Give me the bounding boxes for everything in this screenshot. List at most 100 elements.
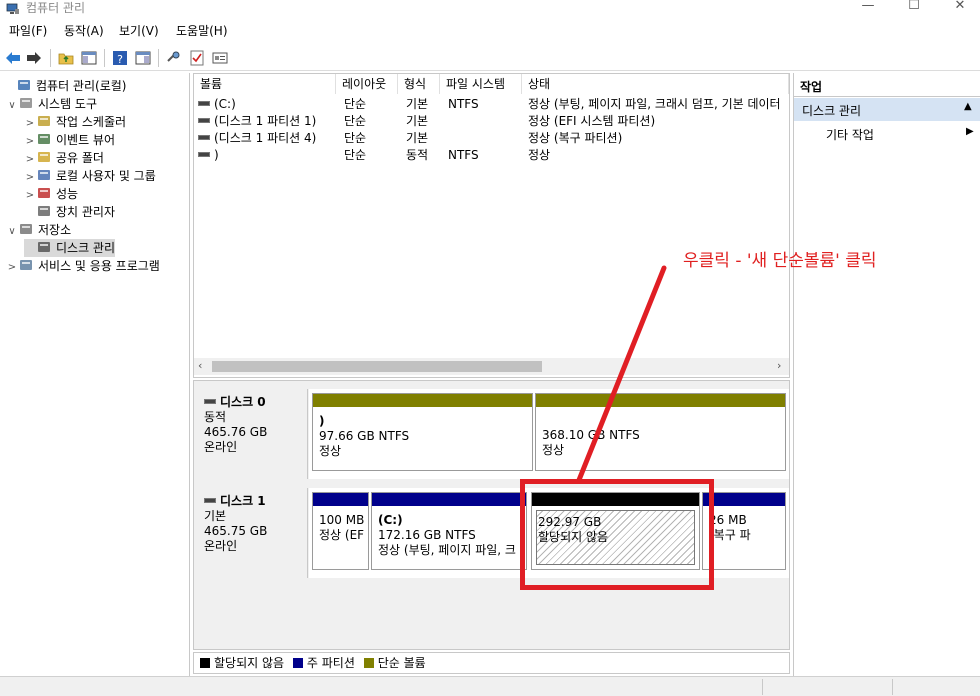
legend-swatch-primary (292, 658, 303, 668)
tree-item-label: 저장소 (38, 223, 72, 237)
actions-section-disk-management[interactable]: 디스크 관리 ▲ (794, 98, 980, 121)
tree-item-label: 로컬 사용자 및 그룹 (56, 169, 156, 183)
volume-type-cell: 동적 (406, 148, 429, 162)
volume-name-cell: (디스크 1 파티션 1) (198, 113, 334, 130)
partition-text: ) 97.66 GB NTFS 정상 (319, 414, 409, 459)
menu-file[interactable]: 파일(F) (9, 23, 47, 39)
tree-item-label: 장치 관리자 (56, 205, 116, 219)
tree-item-label: 공유 폴더 (56, 151, 104, 165)
back-arrow-icon[interactable] (4, 49, 22, 67)
actions-item-more-actions[interactable]: 기타 작업 ▶ (794, 123, 980, 143)
shared-folder-icon (36, 150, 52, 164)
status-bar (0, 676, 980, 696)
close-button[interactable]: ✕ (940, 0, 980, 16)
menu-help[interactable]: 도움말(H) (176, 23, 228, 39)
tree-item-label: 디스크 관리 (56, 241, 116, 255)
volume-status-cell: 정상 (EFI 시스템 파티션) (528, 114, 656, 128)
checklist-icon[interactable] (188, 49, 206, 67)
services-icon (18, 258, 34, 272)
tree-item-disk-management[interactable]: 디스크 관리 (24, 239, 116, 257)
chevron-down-icon[interactable]: ∨ (6, 223, 18, 241)
clock-icon (36, 114, 52, 128)
partition-size: 97.66 GB NTFS (319, 429, 410, 443)
volume-row[interactable]: (디스크 1 파티션 4) 단순 기본 정상 (복구 파티션) (194, 130, 789, 147)
tree-item-label: 작업 스케줄러 (56, 115, 127, 129)
event-viewer-icon (36, 132, 52, 146)
tree-item-event-viewer[interactable]: > 이벤트 뷰어 (24, 131, 115, 149)
tree-item-computer-management[interactable]: 컴퓨터 관리(로컬) (4, 77, 126, 95)
actions-section-label: 디스크 관리 (802, 104, 862, 118)
chevron-down-icon[interactable]: ∨ (6, 97, 18, 115)
show-hide-tree-icon[interactable] (80, 49, 98, 67)
partition-block[interactable]: 368.10 GB NTFS 정상 (535, 393, 786, 471)
column-header-status[interactable]: 상태 (522, 74, 789, 94)
column-header-type[interactable]: 형식 (398, 74, 440, 94)
partition-type-bar (536, 394, 785, 407)
volume-type-cell: 기본 (406, 131, 429, 145)
partition-type-bar (703, 493, 785, 506)
drive-icon (198, 152, 210, 157)
help-icon[interactable]: ? (111, 49, 129, 67)
partition-block[interactable]: ) 97.66 GB NTFS 정상 (312, 393, 533, 471)
scrollbar-thumb[interactable] (212, 361, 542, 372)
partition-status: 정상 (EF (319, 528, 365, 542)
actions-pane: 작업 디스크 관리 ▲ 기타 작업 ▶ (793, 73, 980, 676)
disk-icon (204, 399, 216, 404)
tree-item-system-tools[interactable]: ∨ 시스템 도구 (6, 95, 97, 113)
maximize-button[interactable]: ☐ (894, 0, 934, 16)
volume-fs-cell: NTFS (448, 97, 479, 111)
volume-status-cell: 정상 (528, 148, 551, 162)
tree-item-services[interactable]: > 서비스 및 응용 프로그램 (6, 257, 160, 275)
properties-pane-icon[interactable] (134, 49, 152, 67)
menu-view[interactable]: 보기(V) (119, 23, 159, 39)
partition-block[interactable]: (C:) 172.16 GB NTFS 정상 (부팅, 페이지 파일, 크 (371, 492, 527, 570)
tree-item-label: 시스템 도구 (38, 97, 98, 111)
column-header-volume[interactable]: 볼륨 (194, 74, 336, 94)
volume-row[interactable]: (C:) 단순 기본 NTFS 정상 (부팅, 페이지 파일, 크래시 덤프, 기본 데… (194, 96, 789, 113)
scroll-right-icon[interactable]: › (777, 359, 781, 372)
volume-layout-cell: 단순 (344, 131, 367, 145)
horizontal-scrollbar[interactable]: ‹ › (194, 358, 789, 375)
volume-layout-cell: 단순 (344, 114, 367, 128)
menu-action[interactable]: 동작(A) (64, 23, 104, 39)
legend-item-unallocated: 할당되지 않음 (200, 656, 284, 670)
tree-item-storage[interactable]: ∨ 저장소 (6, 221, 71, 239)
volume-name: (디스크 1 파티션 4) (214, 131, 317, 145)
legend-item-simple: 단순 볼륨 (363, 656, 426, 670)
volume-layout-cell: 단순 (344, 97, 367, 111)
system-tools-icon (18, 96, 34, 110)
partition-text: 100 MB 정상 (EF (319, 513, 364, 543)
disk-state: 온라인 (204, 440, 238, 454)
disk-label-0[interactable]: 디스크 0 동적 465.76 GB 온라인 (194, 389, 308, 479)
legend-label: 단순 볼륨 (377, 656, 426, 670)
column-header-layout[interactable]: 레이아웃 (336, 74, 398, 94)
up-folder-icon[interactable] (57, 49, 75, 67)
scroll-left-icon[interactable]: ‹ (198, 359, 202, 372)
connect-icon[interactable] (165, 49, 183, 67)
tree-item-clock[interactable]: > 작업 스케줄러 (24, 113, 126, 131)
tree-item-users[interactable]: > 로컬 사용자 및 그룹 (24, 167, 156, 185)
volume-row[interactable]: (디스크 1 파티션 1) 단순 기본 정상 (EFI 시스템 파티션) (194, 113, 789, 130)
settings-panel-icon[interactable] (211, 49, 229, 67)
volume-status-cell: 정상 (복구 파티션) (528, 131, 623, 145)
tree-item-label: 성능 (56, 187, 79, 201)
chevron-right-icon[interactable]: > (6, 259, 18, 277)
volume-name: (디스크 1 파티션 1) (214, 114, 317, 128)
collapse-up-icon[interactable]: ▲ (964, 101, 972, 112)
tree-item-shared-folder[interactable]: > 공유 폴더 (24, 149, 104, 167)
volume-name-cell: ) (198, 147, 334, 164)
annotation-highlight-box (520, 479, 714, 590)
forward-arrow-icon[interactable] (25, 49, 43, 67)
tree-item-device-manager[interactable]: 장치 관리자 (24, 203, 115, 221)
minimize-button[interactable]: — (848, 0, 888, 16)
toolbar-separator (104, 49, 105, 67)
partition-block[interactable]: 26 MB (복구 파 (702, 492, 786, 570)
computer-management-icon (16, 78, 32, 92)
disk-size: 465.75 GB (204, 524, 268, 538)
column-header-filesystem[interactable]: 파일 시스템 (440, 74, 522, 94)
volume-row[interactable]: ) 단순 동적 NTFS 정상 (194, 147, 789, 164)
disk-label-1[interactable]: 디스크 1 기본 465.75 GB 온라인 (194, 488, 308, 578)
tree-item-performance[interactable]: > 성능 (24, 185, 78, 203)
partition-block[interactable]: 100 MB 정상 (EF (312, 492, 369, 570)
disk-name-row: 디스크 1 (204, 494, 307, 509)
